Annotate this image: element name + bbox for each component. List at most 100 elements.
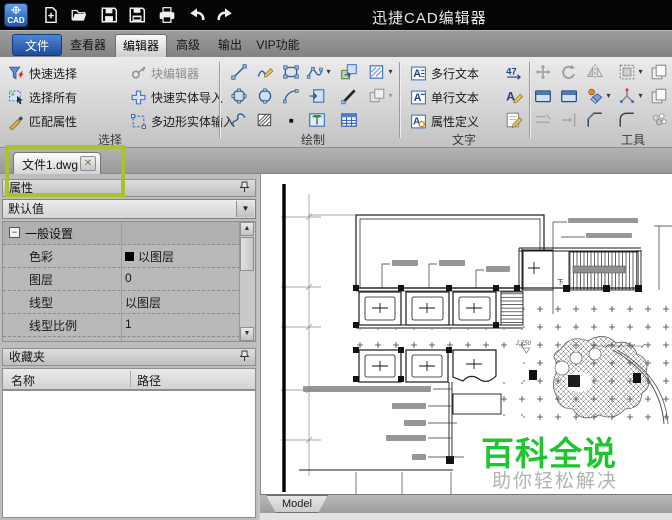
spray-icon <box>650 111 668 129</box>
property-scrollbar[interactable]: ▲ ▼ <box>239 222 255 341</box>
copy-tool-button[interactable] <box>650 63 668 81</box>
undo-button[interactable] <box>184 3 210 27</box>
block-editor-button: 块编辑器 <box>130 62 199 84</box>
numbering-button[interactable] <box>505 63 523 81</box>
group-label-draw: 绘制 <box>300 133 325 147</box>
save-button[interactable] <box>96 3 122 27</box>
quick-select-button[interactable]: 快速选择 <box>8 62 77 84</box>
favorites-list[interactable] <box>2 390 256 518</box>
attribute-define-label: 属性定义 <box>431 114 480 129</box>
line-tool-button[interactable] <box>230 63 248 81</box>
drawing-canvas[interactable]: 2.750 下 百科全说 助你轻松解决 <box>260 174 672 494</box>
hatch-tool-button[interactable] <box>256 111 274 129</box>
redo-button[interactable] <box>212 3 238 27</box>
image-tool-button[interactable] <box>308 111 326 129</box>
copy-icon <box>650 63 668 81</box>
insert-block-button[interactable] <box>340 63 358 81</box>
property-section-row[interactable]: − 一般设置 <box>3 222 255 245</box>
menu-vip[interactable]: VIP功能 <box>250 35 306 55</box>
spray-tool-button[interactable] <box>650 111 668 129</box>
group-label-text: 文字 <box>451 133 476 147</box>
dropdown-arrow-icon[interactable]: ▾ <box>636 67 645 77</box>
save-as-pdf-button[interactable] <box>124 3 150 27</box>
attribute-define-button[interactable]: 属性定义 <box>410 110 479 132</box>
edit-attribute-button[interactable] <box>505 111 523 129</box>
polygon-entity-input-label: 多边形实体输入 <box>151 114 236 129</box>
fillet-tool-button[interactable] <box>618 111 636 129</box>
dropdown-arrow-icon[interactable]: ▾ <box>636 91 645 101</box>
menu-editor-active-tab[interactable]: 编辑器 <box>115 34 167 58</box>
property-preset-dropdown[interactable]: 默认值 ▼ <box>2 199 256 219</box>
menu-viewer[interactable]: 查看器 <box>64 35 112 55</box>
point-tool-button[interactable] <box>282 111 300 129</box>
mtext-button[interactable]: 多行文本 <box>410 62 479 84</box>
stext-button[interactable]: 单行文本 <box>410 86 479 108</box>
column-path[interactable]: 路径 <box>137 372 161 389</box>
grid-column-divider <box>121 222 122 341</box>
group-label-tools: 工具 <box>620 133 645 147</box>
match-properties-button[interactable]: 匹配属性 <box>8 110 77 132</box>
circle-filled-tool-button[interactable] <box>256 87 274 105</box>
chevron-down-icon[interactable]: ▼ <box>236 201 254 217</box>
property-row-ltscale[interactable]: 线型比例 1 <box>3 314 255 337</box>
chamfer-tool-button[interactable] <box>586 111 604 129</box>
app-window: CAD 迅捷CAD编辑器 文件 查看器 编辑器 高级 输出 VIP功能 快速选择… <box>0 0 672 520</box>
new-file-button[interactable] <box>38 3 64 27</box>
extend-tool-button <box>560 111 578 129</box>
named-view-button[interactable] <box>534 87 552 105</box>
favorites-title: 收藏夹 <box>9 350 46 364</box>
select-all-button[interactable]: 选择所有 <box>8 86 77 108</box>
copy-tool-2-button[interactable] <box>650 87 668 105</box>
dropdown-arrow-icon[interactable]: ▾ <box>604 91 613 101</box>
property-row-linetype[interactable]: 线型 以图层 <box>3 291 255 314</box>
dropdown-arrow-icon[interactable]: ▾ <box>324 67 333 77</box>
property-value: 0 <box>125 271 132 285</box>
polyline-tool-button[interactable] <box>256 63 274 81</box>
menu-advanced[interactable]: 高级 <box>170 35 206 55</box>
polygon-entity-input-icon <box>130 113 147 130</box>
titlebar: CAD 迅捷CAD编辑器 <box>0 0 672 30</box>
column-name[interactable]: 名称 <box>11 372 35 389</box>
quick-entity-import-button[interactable]: 快速实体导入 <box>130 86 223 108</box>
property-name: 线型 <box>29 296 54 310</box>
scroll-up-icon[interactable]: ▲ <box>240 222 254 236</box>
array-tool-button[interactable] <box>618 63 636 81</box>
print-button[interactable] <box>154 3 180 27</box>
spline-tool-button[interactable] <box>230 111 248 129</box>
property-row-color[interactable]: 色彩 以图层 <box>3 245 255 268</box>
table-tool-button[interactable] <box>340 111 358 129</box>
property-name: 色彩 <box>29 250 54 264</box>
property-name: 线型比例 <box>29 319 78 333</box>
menu-output[interactable]: 输出 <box>212 35 248 55</box>
ribbon-separator <box>399 62 401 138</box>
column-divider <box>130 371 131 387</box>
edit-text-button[interactable] <box>505 87 523 105</box>
pin-icon[interactable] <box>237 181 252 195</box>
open-file-button[interactable] <box>66 3 92 27</box>
explode-tool-button[interactable] <box>618 87 636 105</box>
thick-line-tool-button[interactable] <box>340 87 358 105</box>
named-view-2-button[interactable] <box>560 87 578 105</box>
pin-icon[interactable] <box>237 350 252 364</box>
favorites-header[interactable]: 收藏夹 <box>2 348 256 366</box>
property-name: 图层 <box>29 273 54 287</box>
circle-tool-button[interactable] <box>230 87 248 105</box>
scroll-thumb[interactable] <box>240 237 254 271</box>
rectangle-tool-button[interactable] <box>282 63 300 81</box>
polyline-node-tool-button[interactable] <box>306 63 324 81</box>
hatch-region-button[interactable] <box>368 63 386 81</box>
property-row-layer[interactable]: 图层 0 <box>3 268 255 291</box>
model-tab[interactable]: Model <box>266 495 328 513</box>
open-folder-icon <box>70 6 88 24</box>
rotate-icon <box>560 63 578 81</box>
erase-tool-button[interactable] <box>586 87 604 105</box>
menu-file[interactable]: 文件 <box>12 34 62 56</box>
dropdown-arrow-icon[interactable]: ▾ <box>386 67 395 77</box>
scroll-down-icon[interactable]: ▼ <box>240 327 254 341</box>
collapse-minus-icon[interactable]: − <box>9 227 20 238</box>
arc-tool-button[interactable] <box>282 87 300 105</box>
circle-filled-icon <box>256 87 274 105</box>
paste-block-button[interactable] <box>308 87 326 105</box>
polyline-icon <box>256 63 274 81</box>
thick-line-icon <box>340 87 358 105</box>
